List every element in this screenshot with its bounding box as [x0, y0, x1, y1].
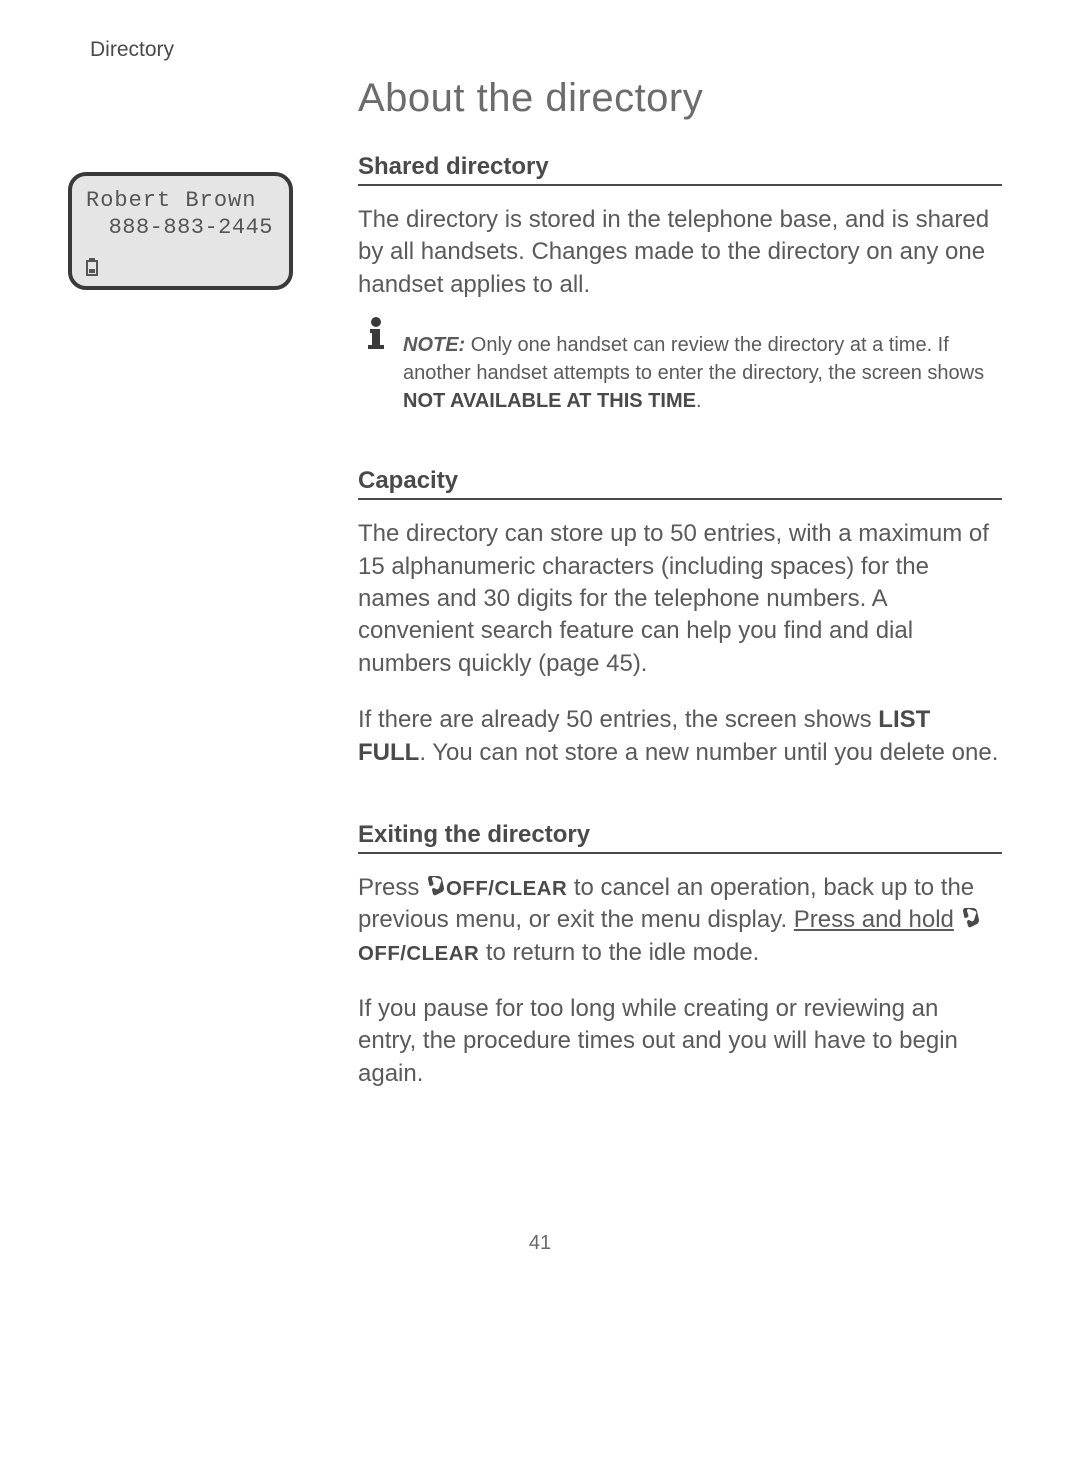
note-label: NOTE: [403, 334, 465, 356]
exiting-p1: Press OFF/CLEAR to cancel an operation, … [358, 872, 1002, 969]
press-and-hold: Press and hold [794, 906, 954, 933]
heading-exiting: Exiting the directory [358, 821, 1002, 854]
exiting-p1-a: Press [358, 874, 426, 901]
main-content: About the directory Shared directory The… [358, 76, 1002, 1114]
page-header-section: Directory [90, 38, 174, 62]
note-text-before: Only one handset can review the director… [403, 334, 984, 384]
info-icon [358, 315, 394, 351]
lcd-screen: Robert Brown 888-883-2445 [68, 172, 293, 290]
lcd-contact-name: Robert Brown [86, 188, 275, 213]
heading-shared-directory: Shared directory [358, 153, 1002, 186]
capacity-p2-after: . You can not store a new number until y… [419, 739, 998, 766]
page-title: About the directory [358, 76, 1002, 121]
off-clear-label-2: OFF/CLEAR [358, 943, 479, 965]
exiting-p2: If you pause for too long while creating… [358, 993, 1002, 1090]
capacity-p2: If there are already 50 entries, the scr… [358, 704, 1002, 769]
exiting-p1-d: to return to the idle mode. [479, 939, 759, 966]
lcd-contact-number: 888-883-2445 [86, 215, 275, 240]
shared-directory-text: The directory is stored in the telephone… [358, 204, 1002, 301]
handset-icon [961, 906, 981, 930]
heading-capacity: Capacity [358, 467, 1002, 500]
exiting-p1-c [954, 906, 961, 933]
note-text-after: . [696, 390, 702, 412]
capacity-p2-before: If there are already 50 entries, the scr… [358, 706, 878, 733]
off-clear-label-1: OFF/CLEAR [446, 878, 567, 900]
note-block: NOTE: Only one handset can review the di… [358, 331, 1002, 415]
battery-icon [86, 258, 98, 276]
handset-icon [426, 874, 446, 898]
page-number: 41 [0, 1232, 1080, 1255]
note-bold-text: NOT AVAILABLE AT THIS TIME [403, 390, 696, 412]
capacity-p1: The directory can store up to 50 entries… [358, 518, 1002, 680]
